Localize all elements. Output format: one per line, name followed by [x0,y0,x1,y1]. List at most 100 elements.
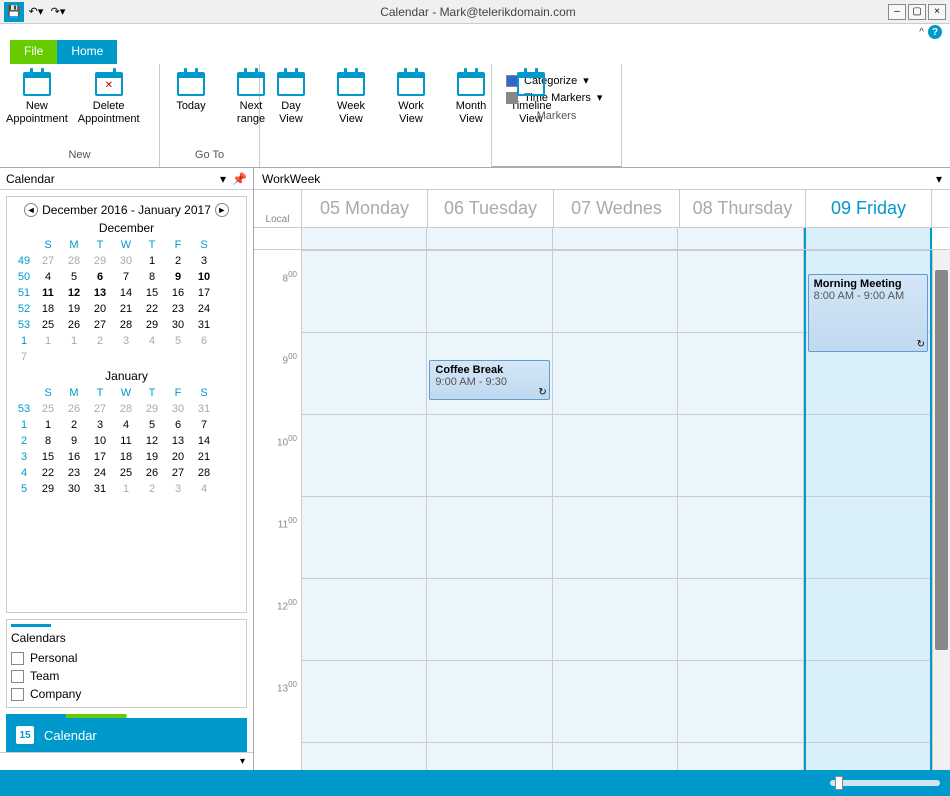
calendar-day[interactable]: 26 [61,401,87,417]
calendar-day[interactable]: 2 [87,333,113,349]
calendar-day[interactable]: 25 [113,465,139,481]
calendar-day[interactable]: 29 [139,317,165,333]
calendar-day[interactable]: 18 [113,449,139,465]
calendar-day[interactable]: 24 [191,301,217,317]
calendar-day[interactable]: 4 [191,481,217,497]
calendar-day[interactable]: 31 [87,481,113,497]
calendar-day[interactable]: 15 [35,449,61,465]
calendar-day[interactable]: 9 [61,433,87,449]
calendar-checkbox[interactable]: Company [11,685,242,703]
day-header[interactable]: 06 Tuesday [428,190,554,227]
day-column[interactable] [678,250,803,770]
calendar-day[interactable]: 28 [191,465,217,481]
delete-appointment-button[interactable]: Delete Appointment [78,68,140,126]
calendar-day[interactable]: 14 [113,285,139,301]
calendar-day[interactable]: 10 [191,269,217,285]
new-appointment-button[interactable]: New Appointment [6,68,68,126]
calendar-day[interactable]: 6 [87,269,113,285]
day-header[interactable]: 05 Monday [302,190,428,227]
calendar-day[interactable]: 25 [35,401,61,417]
work-view-button[interactable]: Work View [386,68,436,126]
calendar-day[interactable]: 8 [139,269,165,285]
calendar-day[interactable]: 20 [165,449,191,465]
calendar-day[interactable]: 30 [165,317,191,333]
calendar-day[interactable]: 3 [191,253,217,269]
calendar-day[interactable]: 4 [113,417,139,433]
calendar-day[interactable]: 23 [61,465,87,481]
calendar-day[interactable]: 3 [113,333,139,349]
calendar-day[interactable]: 19 [61,301,87,317]
vertical-scrollbar[interactable] [932,250,950,770]
calendar-day[interactable]: 18 [35,301,61,317]
calendar-day[interactable]: 7 [13,349,35,365]
calendar-day[interactable]: 13 [87,285,113,301]
calendar-day[interactable]: 12 [139,433,165,449]
calendar-day[interactable]: 9 [165,269,191,285]
calendar-day[interactable]: 5 [61,269,87,285]
calendar-day[interactable]: 27 [87,317,113,333]
nav-calendar[interactable]: 15 Calendar [6,718,247,752]
calendar-day[interactable]: 17 [191,285,217,301]
calendar-day[interactable]: 26 [139,465,165,481]
day-header[interactable]: 07 Wednes [554,190,680,227]
calendar-day[interactable]: 28 [61,253,87,269]
minimize-button[interactable]: – [888,4,906,20]
save-icon[interactable]: 💾 [4,2,24,22]
day-header[interactable]: 09 Friday [806,190,932,227]
pin-icon[interactable]: 📌 [232,172,247,186]
calendar-checkbox[interactable]: Team [11,667,242,685]
calendar-day[interactable]: 30 [61,481,87,497]
calendar-day[interactable]: 5 [165,333,191,349]
calendar-day[interactable]: 23 [165,301,191,317]
calendar-day[interactable]: 5 [139,417,165,433]
month-view-button[interactable]: Month View [446,68,496,126]
calendar-day[interactable]: 25 [35,317,61,333]
dropdown-icon[interactable]: ▾ [220,172,226,186]
calendar-day[interactable]: 3 [87,417,113,433]
calendar-day[interactable]: 7 [191,417,217,433]
day-column[interactable]: Morning Meeting 8:00 AM - 9:00 AM↻ [804,250,932,770]
calendar-day[interactable]: 22 [139,301,165,317]
calendar-day[interactable]: 16 [61,449,87,465]
calendar-day[interactable]: 3 [165,481,191,497]
calendar-day[interactable]: 16 [165,285,191,301]
calendar-day[interactable]: 29 [87,253,113,269]
calendar-day[interactable]: 11 [113,433,139,449]
calendar-day[interactable]: 28 [113,317,139,333]
calendar-day[interactable]: 1 [35,333,61,349]
day-column[interactable] [302,250,427,770]
calendar-day[interactable]: 21 [113,301,139,317]
calendar-checkbox[interactable]: Personal [11,649,242,667]
day-column[interactable] [553,250,678,770]
maximize-button[interactable]: ▢ [908,4,926,20]
week-view-button[interactable]: Week View [326,68,376,126]
calendar-day[interactable]: 7 [113,269,139,285]
calendar-day[interactable]: 1 [113,481,139,497]
calendar-day[interactable]: 27 [87,401,113,417]
day-view-button[interactable]: Day View [266,68,316,126]
calendar-day[interactable]: 28 [113,401,139,417]
calendar-day[interactable]: 1 [35,417,61,433]
calendar-day[interactable]: 11 [35,285,61,301]
calendar-day[interactable]: 17 [87,449,113,465]
schedule-dropdown-icon[interactable]: ▾ [936,172,942,186]
sidebar-overflow-icon[interactable]: ▾ [240,756,245,767]
close-button[interactable]: × [928,4,946,20]
calendar-day[interactable]: 4 [35,269,61,285]
appointment-coffee-break[interactable]: Coffee Break9:00 AM - 9:30↻ [429,360,549,400]
calendar-day[interactable]: 21 [191,449,217,465]
calendar-day[interactable]: 26 [61,317,87,333]
next-month-button[interactable]: ► [215,203,229,217]
zoom-slider[interactable] [830,780,940,786]
today-button[interactable]: Today [166,68,216,113]
prev-month-button[interactable]: ◄ [24,203,38,217]
ribbon-collapse-icon[interactable]: ^ [919,27,924,38]
redo-icon[interactable]: ↷▾ [48,2,68,22]
calendar-day[interactable]: 29 [139,401,165,417]
calendar-day[interactable]: 27 [165,465,191,481]
calendar-day[interactable]: 20 [87,301,113,317]
calendar-day[interactable]: 1 [139,253,165,269]
calendar-day[interactable]: 2 [61,417,87,433]
calendar-day[interactable]: 15 [139,285,165,301]
tab-file[interactable]: File [10,40,57,64]
